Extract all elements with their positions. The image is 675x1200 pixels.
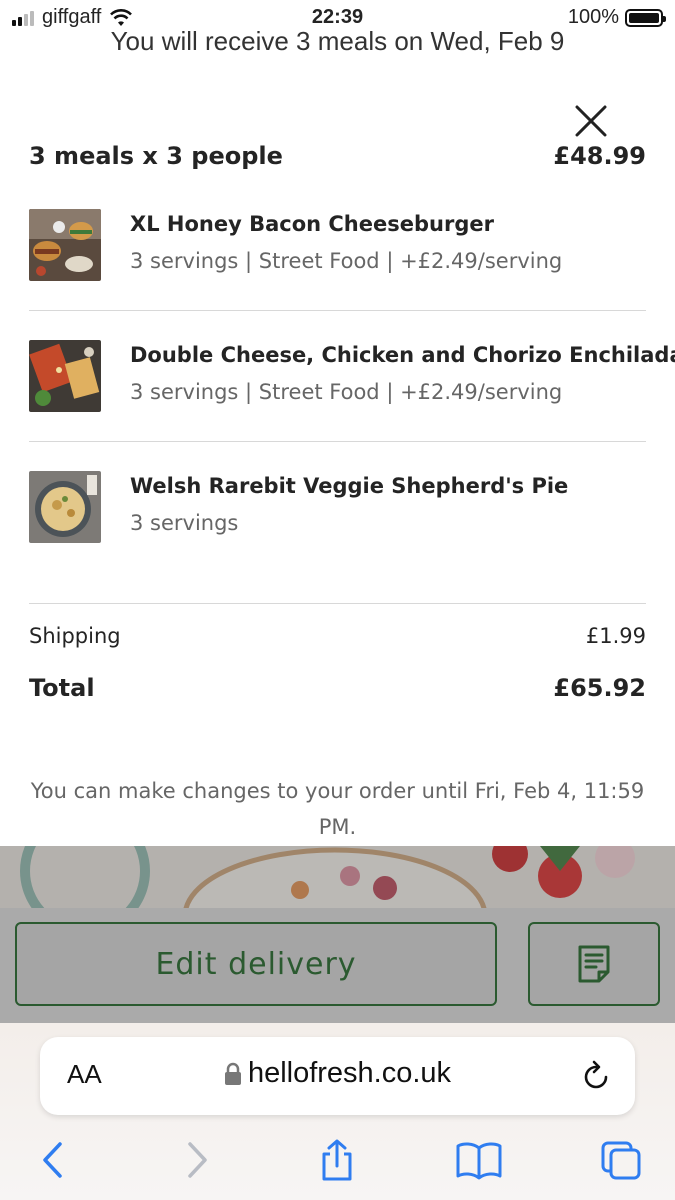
divider — [29, 603, 646, 604]
address-bar[interactable]: AA hellofresh.co.uk — [40, 1037, 635, 1115]
meal-name: XL Honey Bacon Cheeseburger — [130, 212, 494, 236]
meal-name: Welsh Rarebit Veggie Shepherd's Pie — [130, 474, 569, 498]
meal-item: Double Cheese, Chicken and Chorizo Enchi… — [29, 340, 675, 420]
meal-item: Welsh Rarebit Veggie Shepherd's Pie 3 se… — [29, 471, 646, 551]
share-button[interactable] — [313, 1138, 361, 1182]
tabs-icon — [601, 1141, 641, 1180]
shipping-label: Shipping — [29, 624, 121, 648]
tabs-button[interactable] — [597, 1138, 645, 1182]
divider — [29, 310, 646, 311]
meal-details: 3 servings | Street Food | +£2.49/servin… — [130, 380, 563, 404]
delivery-heading: You will receive 3 meals on Wed, Feb 9 — [110, 26, 565, 56]
order-notes-button[interactable] — [528, 922, 660, 1006]
summary-title: 3 meals x 3 people — [29, 142, 283, 170]
edit-delivery-button[interactable]: Edit delivery — [15, 922, 497, 1006]
meal-item: XL Honey Bacon Cheeseburger 3 servings |… — [29, 209, 646, 289]
book-icon — [456, 1142, 502, 1180]
url-text[interactable]: hellofresh.co.uk — [40, 1057, 635, 1090]
share-icon — [322, 1139, 352, 1181]
summary-price: £48.99 — [553, 142, 646, 170]
meal-image — [29, 340, 101, 412]
close-icon[interactable] — [572, 102, 610, 140]
change-deadline-note: You can make changes to your order until… — [30, 779, 645, 839]
chevron-right-icon — [188, 1142, 207, 1178]
reload-icon[interactable] — [581, 1059, 611, 1091]
total-value: £65.92 — [553, 674, 646, 702]
battery-icon — [625, 8, 666, 27]
divider — [29, 441, 646, 442]
url: hellofresh.co.uk — [247, 1057, 452, 1089]
meal-image — [29, 209, 101, 281]
lock-icon — [224, 1063, 241, 1086]
back-button[interactable] — [28, 1138, 76, 1182]
chevron-left-icon — [43, 1142, 62, 1178]
forward-button[interactable] — [174, 1138, 222, 1182]
meal-details: 3 servings — [130, 511, 239, 535]
meal-details: 3 servings | Street Food | +£2.49/servin… — [130, 249, 563, 273]
note-icon — [578, 945, 610, 983]
meal-name: Double Cheese, Chicken and Chorizo Enchi… — [130, 343, 675, 367]
total-label: Total — [29, 674, 95, 702]
bookmarks-button[interactable] — [455, 1138, 503, 1182]
shipping-value: £1.99 — [585, 624, 646, 648]
meal-image — [29, 471, 101, 543]
